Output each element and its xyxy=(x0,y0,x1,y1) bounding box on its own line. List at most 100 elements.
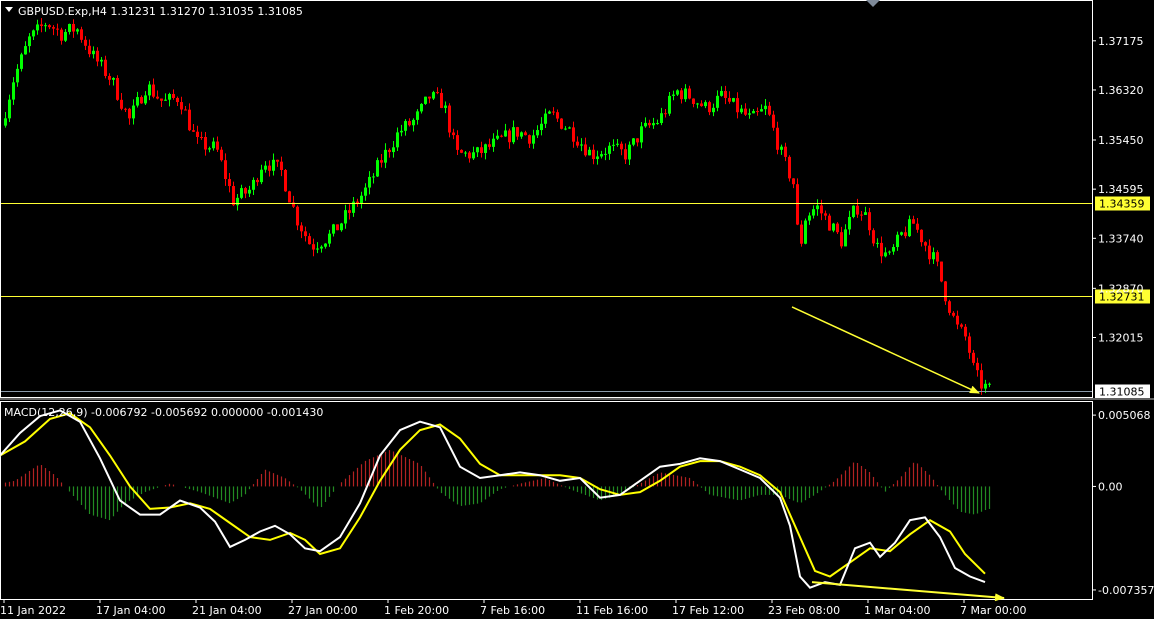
candle-body xyxy=(588,149,591,156)
candle xyxy=(188,103,191,132)
candle xyxy=(948,299,951,316)
candle xyxy=(792,178,795,189)
candle xyxy=(492,133,495,152)
candle-body xyxy=(100,59,103,62)
chevron-down-icon[interactable] xyxy=(5,7,13,12)
candle xyxy=(812,205,815,219)
candle-body xyxy=(92,50,95,55)
candle-body xyxy=(632,138,635,145)
candle-body xyxy=(260,169,263,183)
candle-body xyxy=(376,160,379,177)
candle-body xyxy=(500,135,503,137)
macd-panel[interactable]: 0.005068 0.00 -0.007357 MACD(12,26,9) -0.0… xyxy=(0,401,1154,602)
chart-canvas[interactable]: 1.343591.327311.31085 1.371751.363201.35… xyxy=(0,0,1154,619)
candle xyxy=(460,149,463,154)
candle-body xyxy=(788,156,791,179)
candle xyxy=(612,139,615,151)
candle-body xyxy=(228,179,231,187)
candle xyxy=(752,108,755,114)
time-tick-label: 11 Jan 2022 xyxy=(0,604,66,617)
candle-body xyxy=(324,243,327,247)
candle xyxy=(856,198,859,218)
candle-body xyxy=(744,108,747,115)
candle-body xyxy=(116,78,119,100)
candle xyxy=(484,143,487,160)
candle xyxy=(296,205,299,231)
candle xyxy=(548,110,551,115)
candle-body xyxy=(564,128,567,130)
candle-body xyxy=(580,144,583,146)
candle-body xyxy=(664,113,667,115)
candle xyxy=(496,129,499,141)
candle xyxy=(920,229,923,247)
candle-body xyxy=(692,98,695,104)
candle-body xyxy=(712,107,715,113)
candle xyxy=(32,29,35,40)
candle xyxy=(116,75,119,101)
candle xyxy=(412,118,415,132)
candle-body xyxy=(304,231,307,237)
candle-body xyxy=(620,143,623,150)
candle-body xyxy=(932,252,935,260)
candle xyxy=(944,281,947,305)
candle xyxy=(824,210,827,220)
candle xyxy=(932,247,935,264)
candle xyxy=(956,310,959,330)
candle xyxy=(172,89,175,100)
candle-body xyxy=(412,119,415,126)
candle-body xyxy=(168,94,171,100)
candle xyxy=(528,134,531,149)
candle-body xyxy=(652,123,655,126)
price-panel[interactable]: 1.343591.327311.31085 1.371751.363201.35… xyxy=(0,0,1151,399)
candle xyxy=(604,147,607,161)
candle xyxy=(796,178,799,226)
candle-body xyxy=(144,95,147,104)
candle-body xyxy=(784,146,787,157)
candle-body xyxy=(336,224,339,231)
candle-body xyxy=(640,126,643,143)
candle-body xyxy=(676,90,679,95)
candle-body xyxy=(700,103,703,107)
candle xyxy=(20,52,23,72)
candle xyxy=(28,33,31,53)
candle-body xyxy=(28,36,31,47)
candle-body xyxy=(816,205,819,210)
candle-body xyxy=(836,223,839,233)
candle-body xyxy=(660,113,663,124)
macd-panel-frame xyxy=(0,401,1093,600)
candle-body xyxy=(96,50,99,62)
candle-body xyxy=(68,23,71,32)
candle-body xyxy=(888,251,891,253)
candle-body xyxy=(800,224,803,244)
candle xyxy=(968,332,971,359)
candle-body xyxy=(184,109,187,111)
candle xyxy=(872,228,875,247)
candle-body xyxy=(792,178,795,185)
candle-body xyxy=(12,82,15,100)
candle xyxy=(324,243,327,249)
candle-body xyxy=(880,242,883,257)
candle-body xyxy=(804,220,807,244)
candle-body xyxy=(608,145,611,154)
candle-body xyxy=(132,105,135,119)
candle xyxy=(628,141,631,165)
candle xyxy=(684,84,687,102)
candle xyxy=(608,142,611,160)
candle xyxy=(336,224,339,231)
chart-shift-marker-icon[interactable] xyxy=(866,0,880,7)
candle-body xyxy=(128,108,131,119)
candle xyxy=(840,226,843,249)
candle xyxy=(456,130,459,155)
candle xyxy=(148,81,151,101)
candle-body xyxy=(596,156,599,159)
candle-body xyxy=(944,281,947,302)
candle-body xyxy=(268,165,271,171)
candle-body xyxy=(696,103,699,105)
candle-body xyxy=(208,148,211,150)
candle-body xyxy=(264,165,267,170)
candle xyxy=(916,218,919,233)
candle-body xyxy=(552,111,555,113)
candle xyxy=(320,245,323,253)
candle-body xyxy=(808,215,811,221)
candle xyxy=(208,146,211,153)
